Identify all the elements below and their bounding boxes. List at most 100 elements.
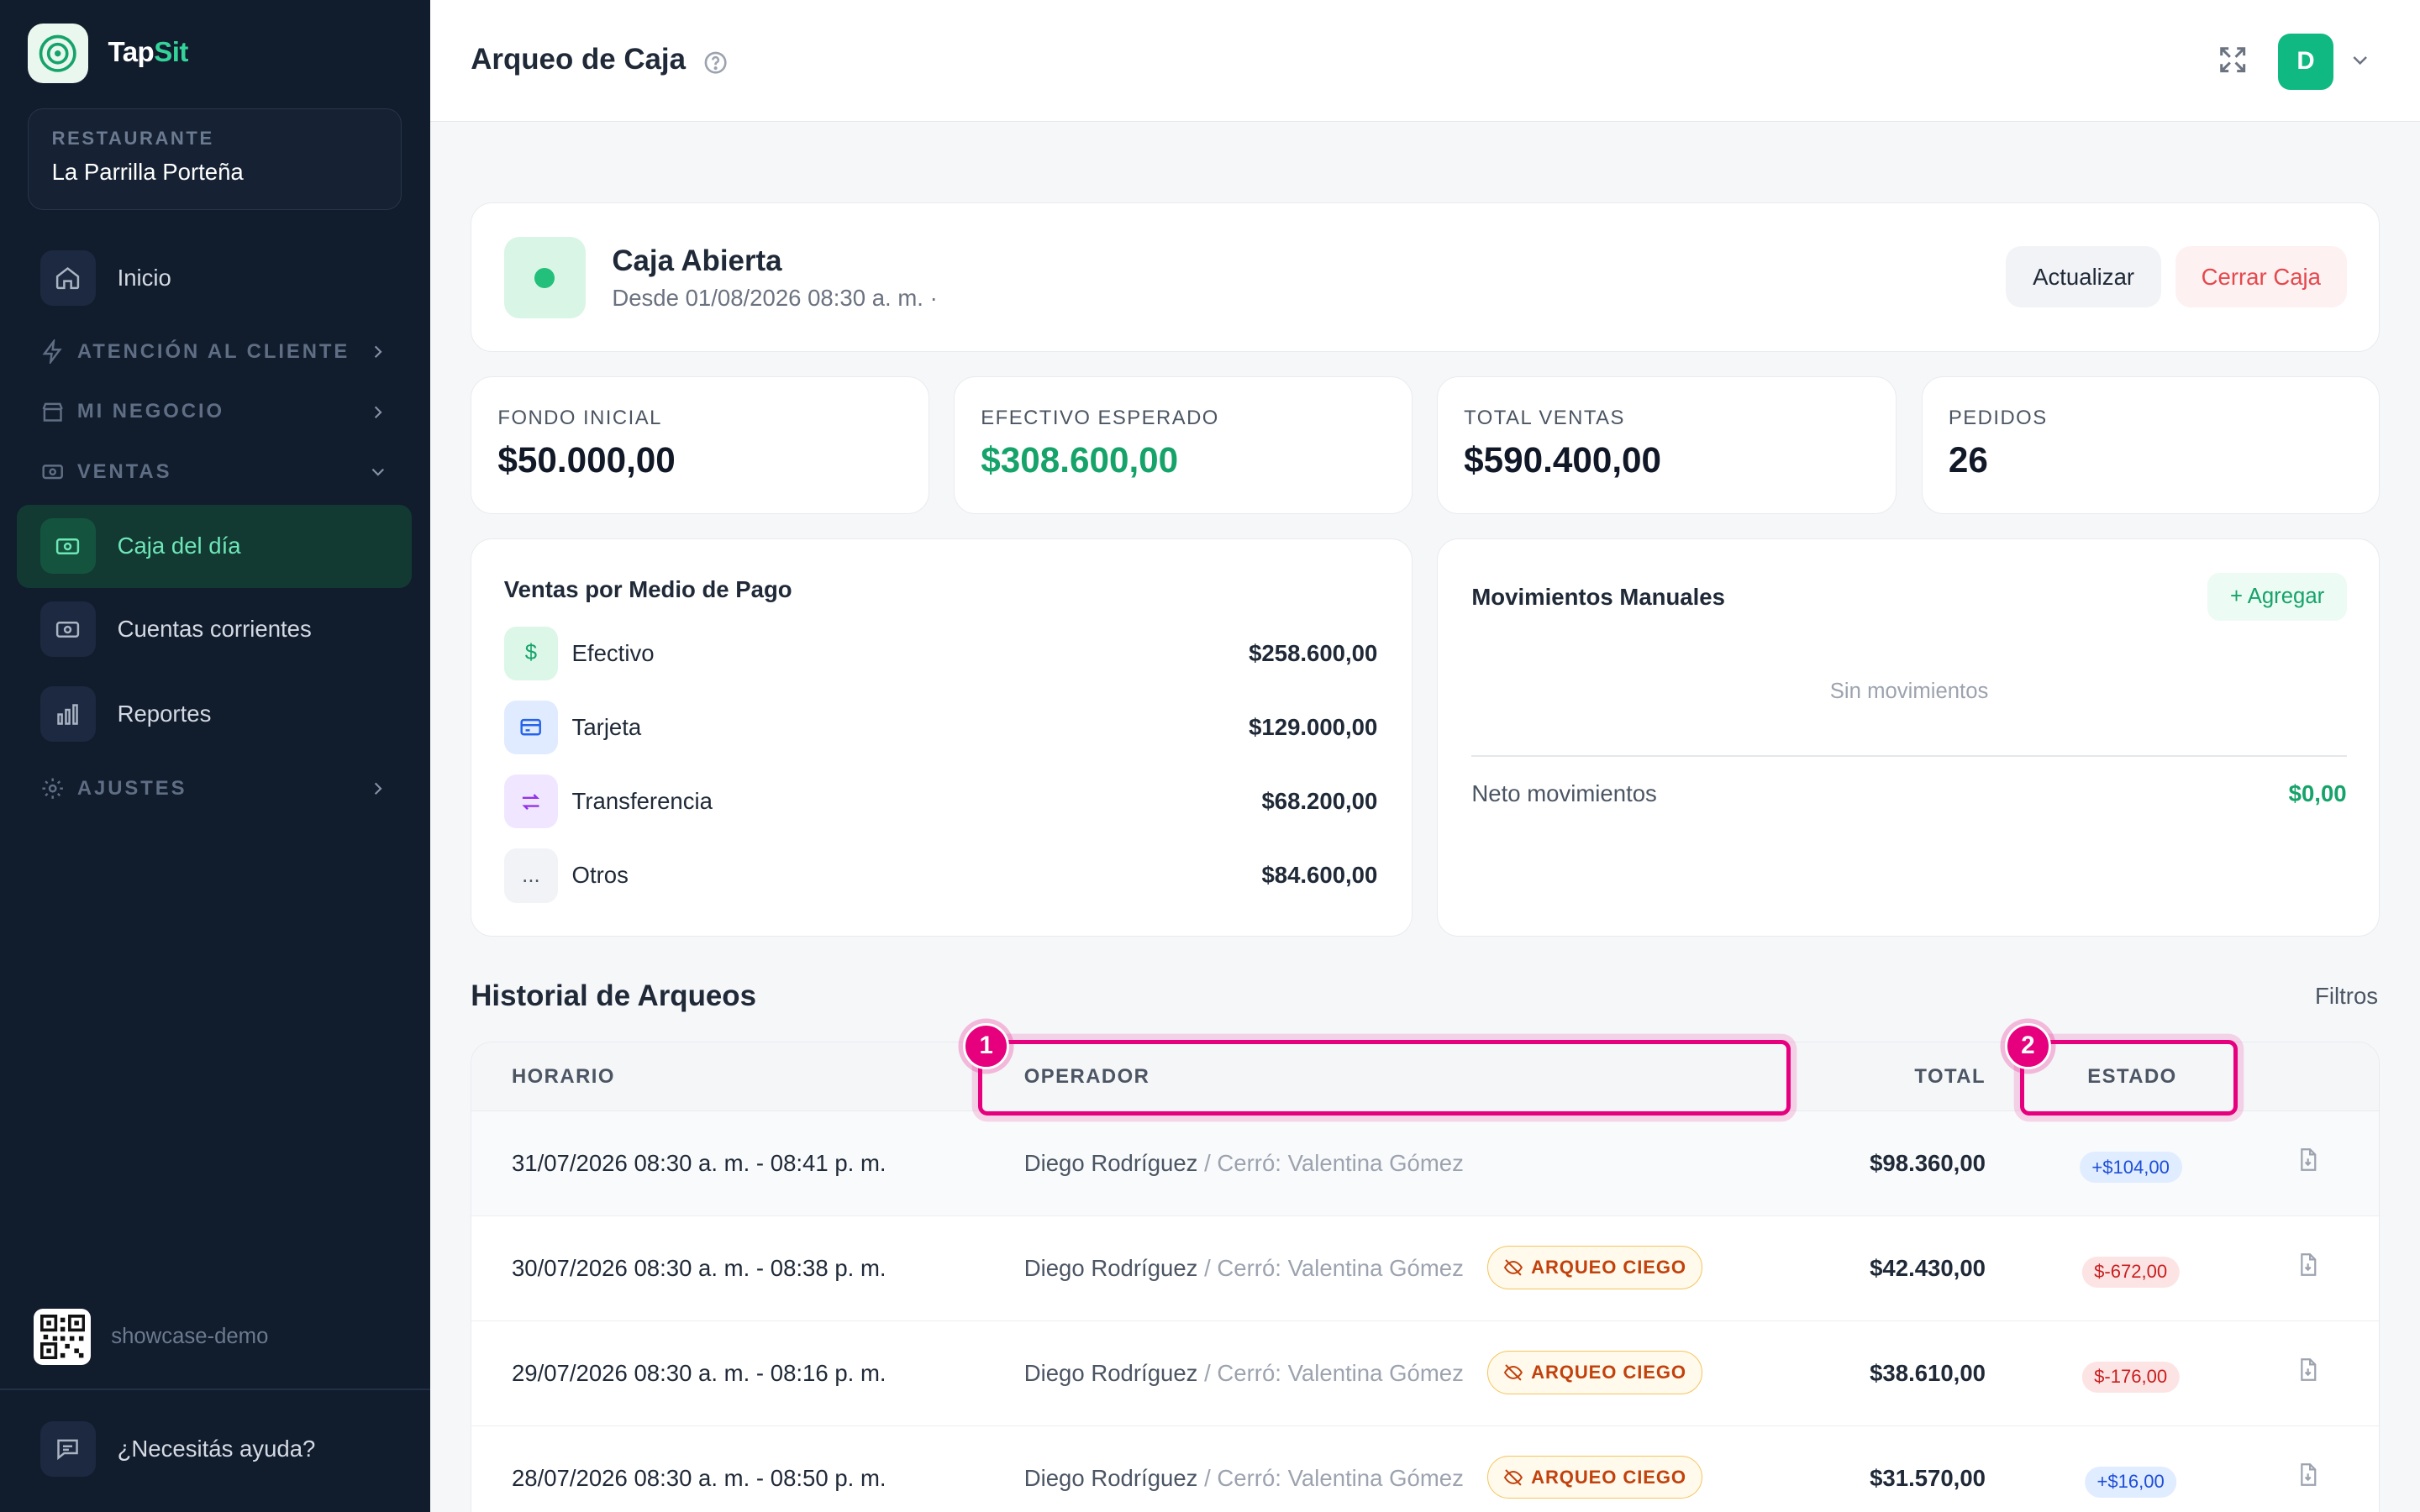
topbar: Arqueo de Caja D: [430, 0, 2420, 123]
home-icon: [39, 249, 96, 306]
nav-section-ventas[interactable]: VENTAS: [40, 455, 389, 489]
close-cash-button[interactable]: Cerrar Caja: [2175, 246, 2347, 308]
annotation-marker-2: 2: [2004, 1022, 2051, 1069]
row-time: 29/07/2026 08:30 a. m. - 08:16 p. m.: [511, 1360, 886, 1387]
eye-off-icon: [1503, 1364, 1523, 1381]
status-indicator: [503, 237, 587, 319]
net-movements-label: Neto movimientos: [1471, 780, 1657, 806]
chevron-right-icon: [375, 345, 382, 358]
divider: [1471, 755, 2347, 757]
status-title: Caja Abierta: [612, 244, 782, 278]
stat-value: $50.000,00: [497, 440, 676, 480]
demo-account-label: showcase-demo: [111, 1324, 269, 1348]
table-row[interactable]: 28/07/2026 08:30 a. m. - 08:50 p. m. Die…: [471, 1426, 2379, 1512]
history-title: Historial de Arqueos: [471, 979, 756, 1013]
nav-label: Reportes: [117, 701, 212, 727]
table-row[interactable]: 30/07/2026 08:30 a. m. - 08:38 p. m. Die…: [471, 1216, 2380, 1322]
sidebar-divider: [0, 1389, 431, 1390]
stat-fondo-inicial: FONDO INICIAL $50.000,00: [471, 376, 929, 514]
store-icon: [42, 402, 63, 422]
logo-icon: [28, 23, 88, 84]
cash-icon: [42, 465, 63, 480]
row-total: $38.610,00: [1870, 1360, 1986, 1387]
bar-chart-icon: [39, 686, 96, 743]
help-circle-icon[interactable]: [702, 50, 729, 82]
stat-label: FONDO INICIAL: [497, 407, 662, 430]
eye-off-icon: [1503, 1259, 1523, 1276]
nav-item-caja-del-dia[interactable]: Caja del día: [17, 504, 413, 588]
blind-count-badge: ARQUEO CIEGO: [1486, 1246, 1703, 1289]
demo-account[interactable]: showcase-demo: [34, 1308, 269, 1366]
payment-name: Transferencia: [571, 788, 713, 815]
status-badge: +$104,00: [2079, 1152, 2182, 1183]
table-row[interactable]: 29/07/2026 08:30 a. m. - 08:16 p. m. Die…: [471, 1321, 2380, 1427]
transfer-arrows-icon: [503, 774, 559, 829]
stat-total-ventas: TOTAL VENTAS $590.400,00: [1436, 376, 1897, 514]
row-operator: Diego Rodríguez / Cerró: Valentina Gómez: [1023, 1360, 1464, 1387]
manual-movements-card: Movimientos Manuales + Agregar Sin movim…: [1436, 538, 2381, 937]
document-download-icon[interactable]: [2296, 1356, 2320, 1390]
status-badge: $-176,00: [2081, 1361, 2180, 1393]
nav-section-atencion[interactable]: ATENCIÓN AL CLIENTE: [40, 335, 389, 369]
filters-button[interactable]: Filtros: [2315, 983, 2378, 1010]
document-download-icon[interactable]: [2296, 1251, 2320, 1285]
fullscreen-icon[interactable]: [2216, 43, 2249, 83]
nav-label: Inicio: [117, 264, 171, 291]
refresh-button[interactable]: Actualizar: [2005, 246, 2162, 308]
payment-row: ... Otros $84.600,00: [503, 848, 1378, 903]
wallet-icon: [39, 601, 96, 658]
sidebar: TapSit RESTAURANTE La Parrilla Porteña I…: [0, 0, 431, 1512]
empty-state: Sin movimientos: [1829, 680, 1989, 704]
gear-icon: [42, 778, 63, 799]
restaurant-selector[interactable]: RESTAURANTE La Parrilla Porteña: [28, 108, 402, 210]
payment-row: $ Efectivo $258.600,00: [503, 626, 1377, 681]
brand[interactable]: TapSit: [28, 23, 189, 84]
eye-off-icon: [1503, 1469, 1523, 1486]
payment-amount: $129.000,00: [1249, 714, 1378, 741]
bolt-icon: [42, 339, 62, 365]
help-label: ¿Necesitás ayuda?: [117, 1435, 316, 1462]
nav-section-negocio[interactable]: MI NEGOCIO: [40, 395, 389, 428]
payment-row: Tarjeta $129.000,00: [503, 700, 1378, 755]
section-label: ATENCIÓN AL CLIENTE: [76, 339, 350, 363]
card-title: Ventas por Medio de Pago: [503, 576, 792, 603]
stat-label: TOTAL VENTAS: [1464, 407, 1625, 430]
payment-name: Tarjeta: [571, 714, 642, 741]
more-icon: ...: [503, 848, 559, 903]
payment-name: Otros: [571, 862, 629, 889]
payment-amount: $68.200,00: [1261, 788, 1378, 815]
column-header-horario[interactable]: HORARIO: [512, 1065, 615, 1089]
chevron-right-icon: [375, 406, 382, 418]
chevron-down-icon: [371, 469, 385, 476]
blind-count-badge: ARQUEO CIEGO: [1486, 1351, 1703, 1394]
document-download-icon[interactable]: [2296, 1461, 2320, 1495]
restaurant-caption: RESTAURANTE: [51, 127, 214, 149]
payment-row: Transferencia $68.200,00: [503, 774, 1378, 829]
nav-item-inicio[interactable]: Inicio: [17, 236, 412, 319]
nav-section-ajustes[interactable]: AJUSTES: [40, 771, 389, 805]
nav-item-cuentas-corrientes[interactable]: Cuentas corrientes: [17, 588, 412, 671]
payment-methods-card: Ventas por Medio de Pago $ Efectivo $258…: [471, 538, 1413, 937]
help-button[interactable]: ¿Necesitás ayuda?: [39, 1420, 316, 1477]
row-operator: Diego Rodríguez / Cerró: Valentina Gómez: [1023, 1255, 1464, 1282]
cash-register-icon: [39, 518, 96, 575]
brand-name: TapSit: [108, 37, 189, 69]
row-time: 31/07/2026 08:30 a. m. - 08:41 p. m.: [511, 1150, 886, 1177]
table-row[interactable]: 31/07/2026 08:30 a. m. - 08:41 p. m. Die…: [471, 1111, 2380, 1217]
highlight-operador-column: [978, 1039, 1791, 1116]
avatar[interactable]: D: [2277, 34, 2334, 90]
nav-item-reportes[interactable]: Reportes: [17, 673, 412, 756]
document-download-icon[interactable]: [2296, 1146, 2320, 1180]
payment-amount: $84.600,00: [1261, 862, 1378, 889]
blind-count-badge: ARQUEO CIEGO: [1486, 1455, 1703, 1499]
stat-value: $308.600,00: [981, 440, 1179, 480]
row-time: 28/07/2026 08:30 a. m. - 08:50 p. m.: [511, 1465, 886, 1491]
section-label: AJUSTES: [76, 776, 187, 800]
add-movement-button[interactable]: + Agregar: [2207, 573, 2347, 622]
chevron-down-icon[interactable]: [2348, 48, 2372, 79]
column-header-total[interactable]: TOTAL: [1914, 1065, 1986, 1089]
dollar-icon: $: [503, 626, 559, 681]
highlight-estado-column: [2020, 1039, 2238, 1116]
page-title: Arqueo de Caja: [471, 43, 686, 76]
row-time: 30/07/2026 08:30 a. m. - 08:38 p. m.: [511, 1255, 886, 1282]
